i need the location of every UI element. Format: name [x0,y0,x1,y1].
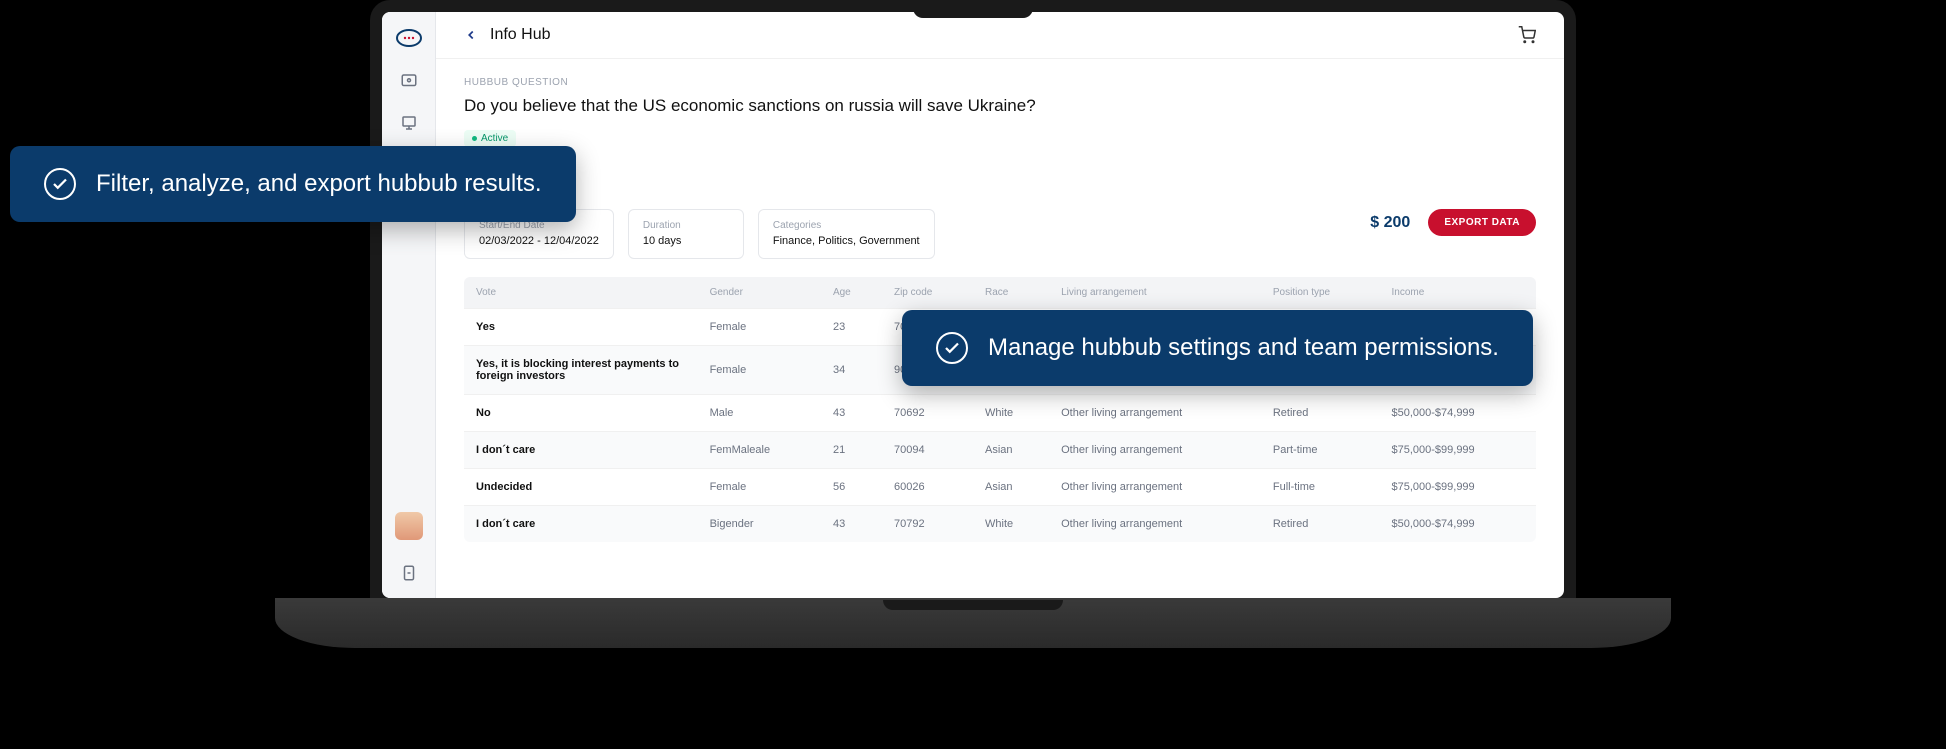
table-cell: Full-time [1261,469,1380,506]
table-cell: Bigender [698,506,821,543]
info-card-duration: Duration 10 days [628,209,744,259]
table-cell: $50,000-$74,999 [1379,395,1536,432]
table-cell: $75,000-$99,999 [1379,469,1536,506]
table-cell: Retired [1261,395,1380,432]
app-screen: Info Hub HUBBUB QUESTION Do you believe … [382,12,1564,598]
callout-text: Manage hubbub settings and team permissi… [988,334,1499,362]
table-cell: Undecided [464,469,698,506]
laptop-base [275,598,1671,648]
info-label: Duration [643,220,729,231]
callout-manage-settings: Manage hubbub settings and team permissi… [902,310,1533,386]
topbar: Info Hub [436,12,1564,59]
table-column-header[interactable]: Zip code [882,277,973,309]
info-value: 10 days [643,234,729,248]
avatar[interactable] [395,512,423,540]
question-text: Do you believe that the US economic sanc… [464,96,1164,116]
export-data-button[interactable]: EXPORT DATA [1428,209,1536,236]
table-cell: 21 [821,432,882,469]
table-column-header[interactable]: Race [973,277,1049,309]
table-cell: 43 [821,506,882,543]
table-cell: Other living arrangement [1049,469,1261,506]
table-cell: 23 [821,309,882,346]
table-column-header[interactable]: Living arrangement [1049,277,1261,309]
info-cards-row: Start/End Date 02/03/2022 - 12/04/2022 D… [464,209,1536,259]
table-cell: White [973,506,1049,543]
page-title: Info Hub [490,26,550,44]
table-cell: 34 [821,346,882,395]
app-logo [395,28,423,48]
table-cell: No [464,395,698,432]
table-cell: I don´t care [464,432,698,469]
check-icon [936,332,968,364]
info-card-categories: Categories Finance, Politics, Government [758,209,935,259]
table-cell: FemMaleale [698,432,821,469]
question-eyebrow: HUBBUB QUESTION [464,77,1536,88]
table-cell: Female [698,346,821,395]
nav-item-1-icon[interactable] [400,72,418,90]
price-value: $ 200 [1370,214,1410,232]
table-cell: Yes [464,309,698,346]
laptop-notch [913,0,1033,18]
table-row[interactable]: I don´t careFemMaleale2170094AsianOther … [464,432,1536,469]
table-cell: Other living arrangement [1049,432,1261,469]
cart-icon[interactable] [1518,26,1536,44]
table-cell: 70792 [882,506,973,543]
table-cell: Other living arrangement [1049,395,1261,432]
table-cell: Part-time [1261,432,1380,469]
table-cell: White [973,395,1049,432]
table-column-header[interactable]: Income [1379,277,1536,309]
table-cell: Retired [1261,506,1380,543]
callout-filter-export: Filter, analyze, and export hubbub resul… [10,146,576,222]
table-cell: $50,000-$74,999 [1379,506,1536,543]
table-cell: 60026 [882,469,973,506]
table-cell: Other living arrangement [1049,506,1261,543]
table-cell: Female [698,309,821,346]
table-cell: I don´t care [464,506,698,543]
table-cell: Asian [973,432,1049,469]
table-column-header[interactable]: Vote [464,277,698,309]
back-button[interactable] [464,28,478,42]
info-value: Finance, Politics, Government [773,234,920,248]
table-row[interactable]: NoMale4370692WhiteOther living arrangeme… [464,395,1536,432]
table-column-header[interactable]: Gender [698,277,821,309]
logout-icon[interactable] [400,564,418,582]
main-content: Info Hub HUBBUB QUESTION Do you believe … [436,12,1564,598]
table-cell: 70094 [882,432,973,469]
table-cell: 56 [821,469,882,506]
table-cell: Male [698,395,821,432]
screen-bezel: Info Hub HUBBUB QUESTION Do you believe … [370,0,1576,610]
table-cell: Female [698,469,821,506]
table-cell: Asian [973,469,1049,506]
status-badge: Active [464,130,516,147]
callout-text: Filter, analyze, and export hubbub resul… [96,170,542,198]
nav-item-2-icon[interactable] [400,114,418,132]
table-cell: 70692 [882,395,973,432]
price-export-group: $ 200 EXPORT DATA [1370,209,1536,236]
table-row[interactable]: I don´t careBigender4370792WhiteOther li… [464,506,1536,543]
check-icon [44,168,76,200]
table-row[interactable]: UndecidedFemale5660026AsianOther living … [464,469,1536,506]
table-column-header[interactable]: Position type [1261,277,1380,309]
table-column-header[interactable]: Age [821,277,882,309]
info-label: Categories [773,220,920,231]
table-cell: 43 [821,395,882,432]
table-cell: $75,000-$99,999 [1379,432,1536,469]
table-cell: Yes, it is blocking interest payments to… [464,346,698,395]
sidebar [382,12,436,598]
info-value: 02/03/2022 - 12/04/2022 [479,234,599,248]
